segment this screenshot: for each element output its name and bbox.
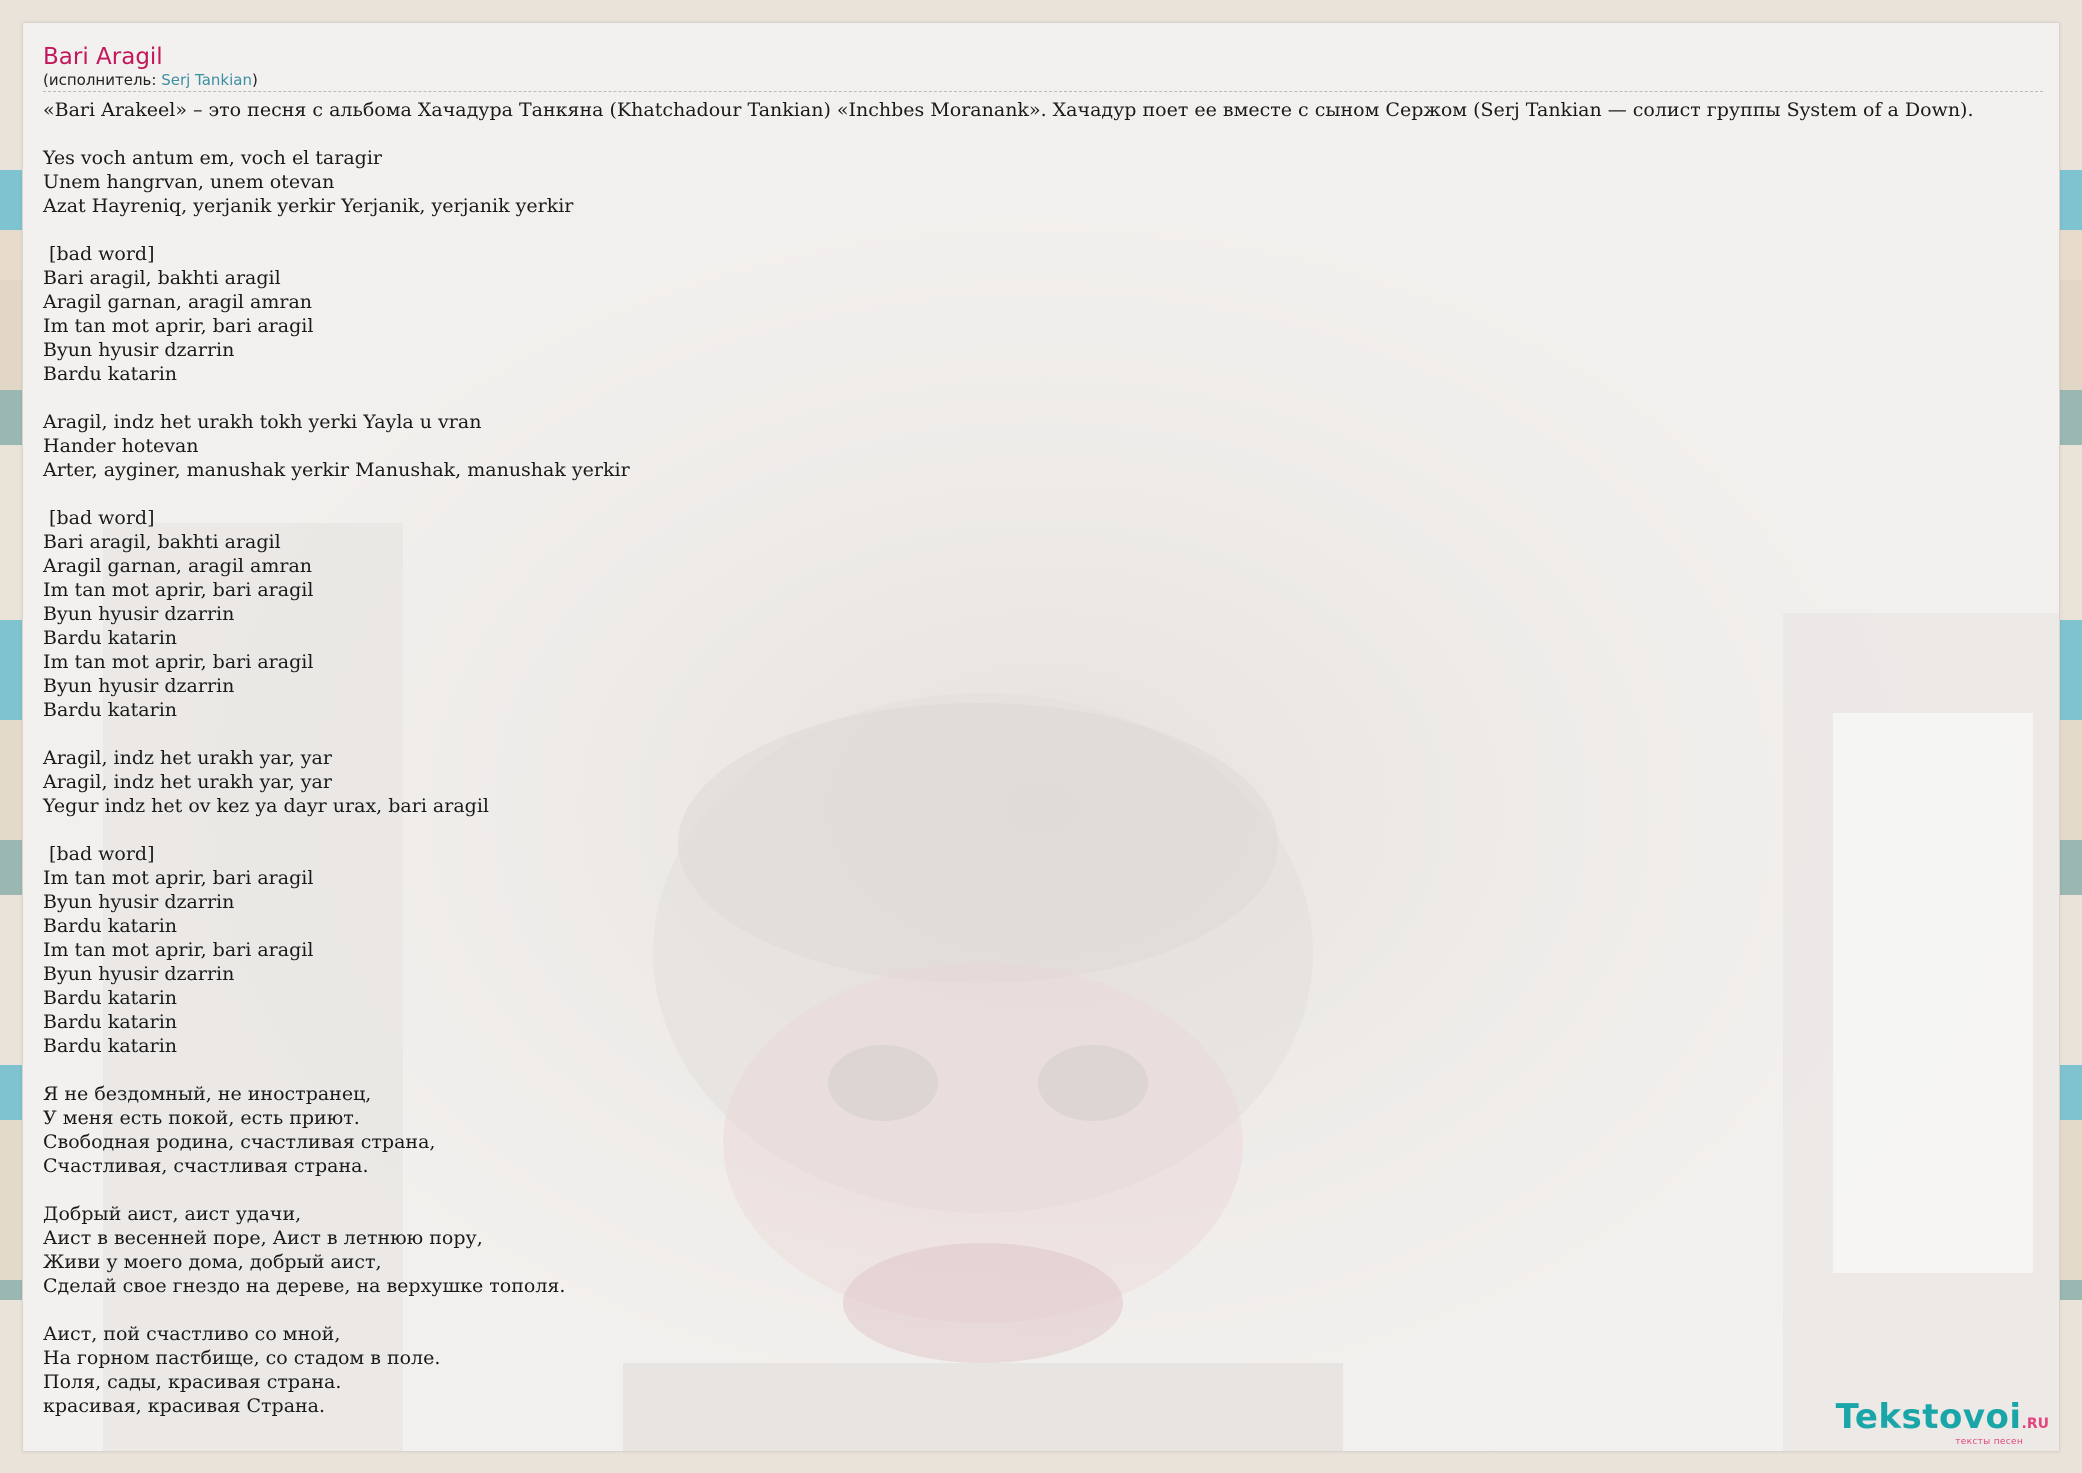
lyrics-stanza: Aragil, indz het urakh yar, yar Aragil, i… xyxy=(43,746,2047,818)
lyrics-line: Bardu katarin xyxy=(43,363,178,385)
lyrics-line: Yes voch antum em, voch el taragir xyxy=(43,147,382,169)
lyrics-line: Aragil garnan, aragil amran xyxy=(43,291,313,313)
lyrics-line: Добрый аист, аист удачи, xyxy=(43,1203,302,1225)
lyrics-stanza: Добрый аист, аист удачи, Аист в весенней … xyxy=(43,1202,2047,1298)
lyrics-line: Счастливая, счастливая страна. xyxy=(43,1155,369,1177)
lyrics-line: Byun hyusir dzarrin xyxy=(43,675,235,697)
lyrics-stanza: Yes voch antum em, voch el taragir Unem h… xyxy=(43,146,2047,218)
lyrics-line: Im tan mot aprir, bari aragil xyxy=(43,939,314,961)
lyrics-line: Aragil, indz het urakh yar, yar xyxy=(43,747,332,769)
lyrics-line: Arter, ayginer, manushak yerkir Manushak… xyxy=(43,459,630,481)
lyrics-line: Azat Hayreniq, yerjanik yerkir Yerjanik,… xyxy=(43,195,574,217)
lyrics-stanza: Aragil, indz het urakh tokh yerki Yayla … xyxy=(43,410,2047,482)
lyrics-line: Свободная родина, счастливая страна, xyxy=(43,1131,436,1153)
lyrics-line: На горном пастбище, со стадом в поле. xyxy=(43,1347,441,1369)
lyrics-line: Аист в весенней поре, Аист в летнюю пору… xyxy=(43,1227,483,1249)
lyrics-line: Bardu katarin xyxy=(43,1011,178,1033)
lyrics-line: Im tan mot aprir, bari aragil xyxy=(43,315,314,337)
lyrics-line: Aragil, indz het urakh tokh yerki Yayla … xyxy=(43,411,482,433)
lyrics-line: [bad word] xyxy=(43,507,155,529)
lyrics-line: Bardu katarin xyxy=(43,627,178,649)
lyrics-line: [bad word] xyxy=(43,843,155,865)
lyrics-line: У меня есть покой, есть приют. xyxy=(43,1107,360,1129)
lyrics-line: Im tan mot aprir, bari aragil xyxy=(43,651,314,673)
lyrics-stanza: [bad word] Im tan mot aprir, bari aragil B… xyxy=(43,842,2047,1058)
lyrics-line: Я не бездомный, не иностранец, xyxy=(43,1083,372,1105)
logo-name: Tekstovoi xyxy=(1835,1397,2022,1437)
lyrics-line: Byun hyusir dzarrin xyxy=(43,603,235,625)
song-title: Bari Aragil xyxy=(43,44,163,70)
lyrics-line: Unem hangrvan, unem otevan xyxy=(43,171,335,193)
lyrics-line: Yegur indz het ov kez ya dayr urax, bari… xyxy=(43,795,489,817)
lyrics-line: Bardu katarin xyxy=(43,915,178,937)
lyrics-line: Сделай свое гнездо на дереве, на верхушк… xyxy=(43,1275,566,1297)
lyrics-line: Byun hyusir dzarrin xyxy=(43,339,235,361)
performer-line: (исполнитель: Serj Tankian) xyxy=(43,71,2043,92)
site-logo[interactable]: Tekstovoi.RU тексты песен xyxy=(1836,1400,2049,1447)
lyrics-stanza: Аист, пой счастливо со мной, На горном па… xyxy=(43,1322,2047,1418)
lyrics-line: Hander hotevan xyxy=(43,435,199,457)
song-intro: «Bari Arakeel» – это песня с альбома Хач… xyxy=(43,99,1974,121)
lyrics-line: Aragil, indz het urakh yar, yar xyxy=(43,771,332,793)
content-area: Bari Aragil (исполнитель: Serj Tankian) … xyxy=(43,43,2047,1442)
lyrics-line: Поля, сады, красивая страна. xyxy=(43,1371,342,1393)
logo-tld: .RU xyxy=(2021,1416,2049,1432)
lyrics-line: Bardu katarin xyxy=(43,699,178,721)
lyrics-line: Aragil garnan, aragil amran xyxy=(43,555,313,577)
logo-wordmark: Tekstovoi.RU xyxy=(1836,1400,2049,1441)
lyrics-line: Аист, пой счастливо со мной, xyxy=(43,1323,341,1345)
lyrics-line: Живи у моего дома, добрый аист, xyxy=(43,1251,382,1273)
lyrics-line: Bardu katarin xyxy=(43,1035,178,1057)
lyrics-line: Im tan mot aprir, bari aragil xyxy=(43,579,314,601)
lyrics-card: Bari Aragil (исполнитель: Serj Tankian) … xyxy=(22,22,2060,1452)
lyrics-stanza: [bad word] Bari aragil, bakhti aragil Arag… xyxy=(43,506,2047,722)
lyrics-line: Bari aragil, bakhti aragil xyxy=(43,531,281,553)
lyrics-line: [bad word] xyxy=(43,243,155,265)
lyrics-line: красивая, красивая Страна. xyxy=(43,1395,326,1417)
performer-suffix: ) xyxy=(252,71,258,89)
performer-prefix: (исполнитель: xyxy=(43,71,162,89)
performer-link[interactable]: Serj Tankian xyxy=(161,71,252,89)
lyrics-line: Im tan mot aprir, bari aragil xyxy=(43,867,314,889)
lyrics-line: Byun hyusir dzarrin xyxy=(43,891,235,913)
lyrics-text: Yes voch antum em, voch el taragir Unem h… xyxy=(43,146,2047,1418)
lyrics-line: Bari aragil, bakhti aragil xyxy=(43,267,281,289)
lyrics-line: Byun hyusir dzarrin xyxy=(43,963,235,985)
lyrics-stanza: Я не бездомный, не иностранец, У меня ест… xyxy=(43,1082,2047,1178)
lyrics-stanza: [bad word] Bari aragil, bakhti aragil Arag… xyxy=(43,242,2047,386)
lyrics-line: Bardu katarin xyxy=(43,987,178,1009)
